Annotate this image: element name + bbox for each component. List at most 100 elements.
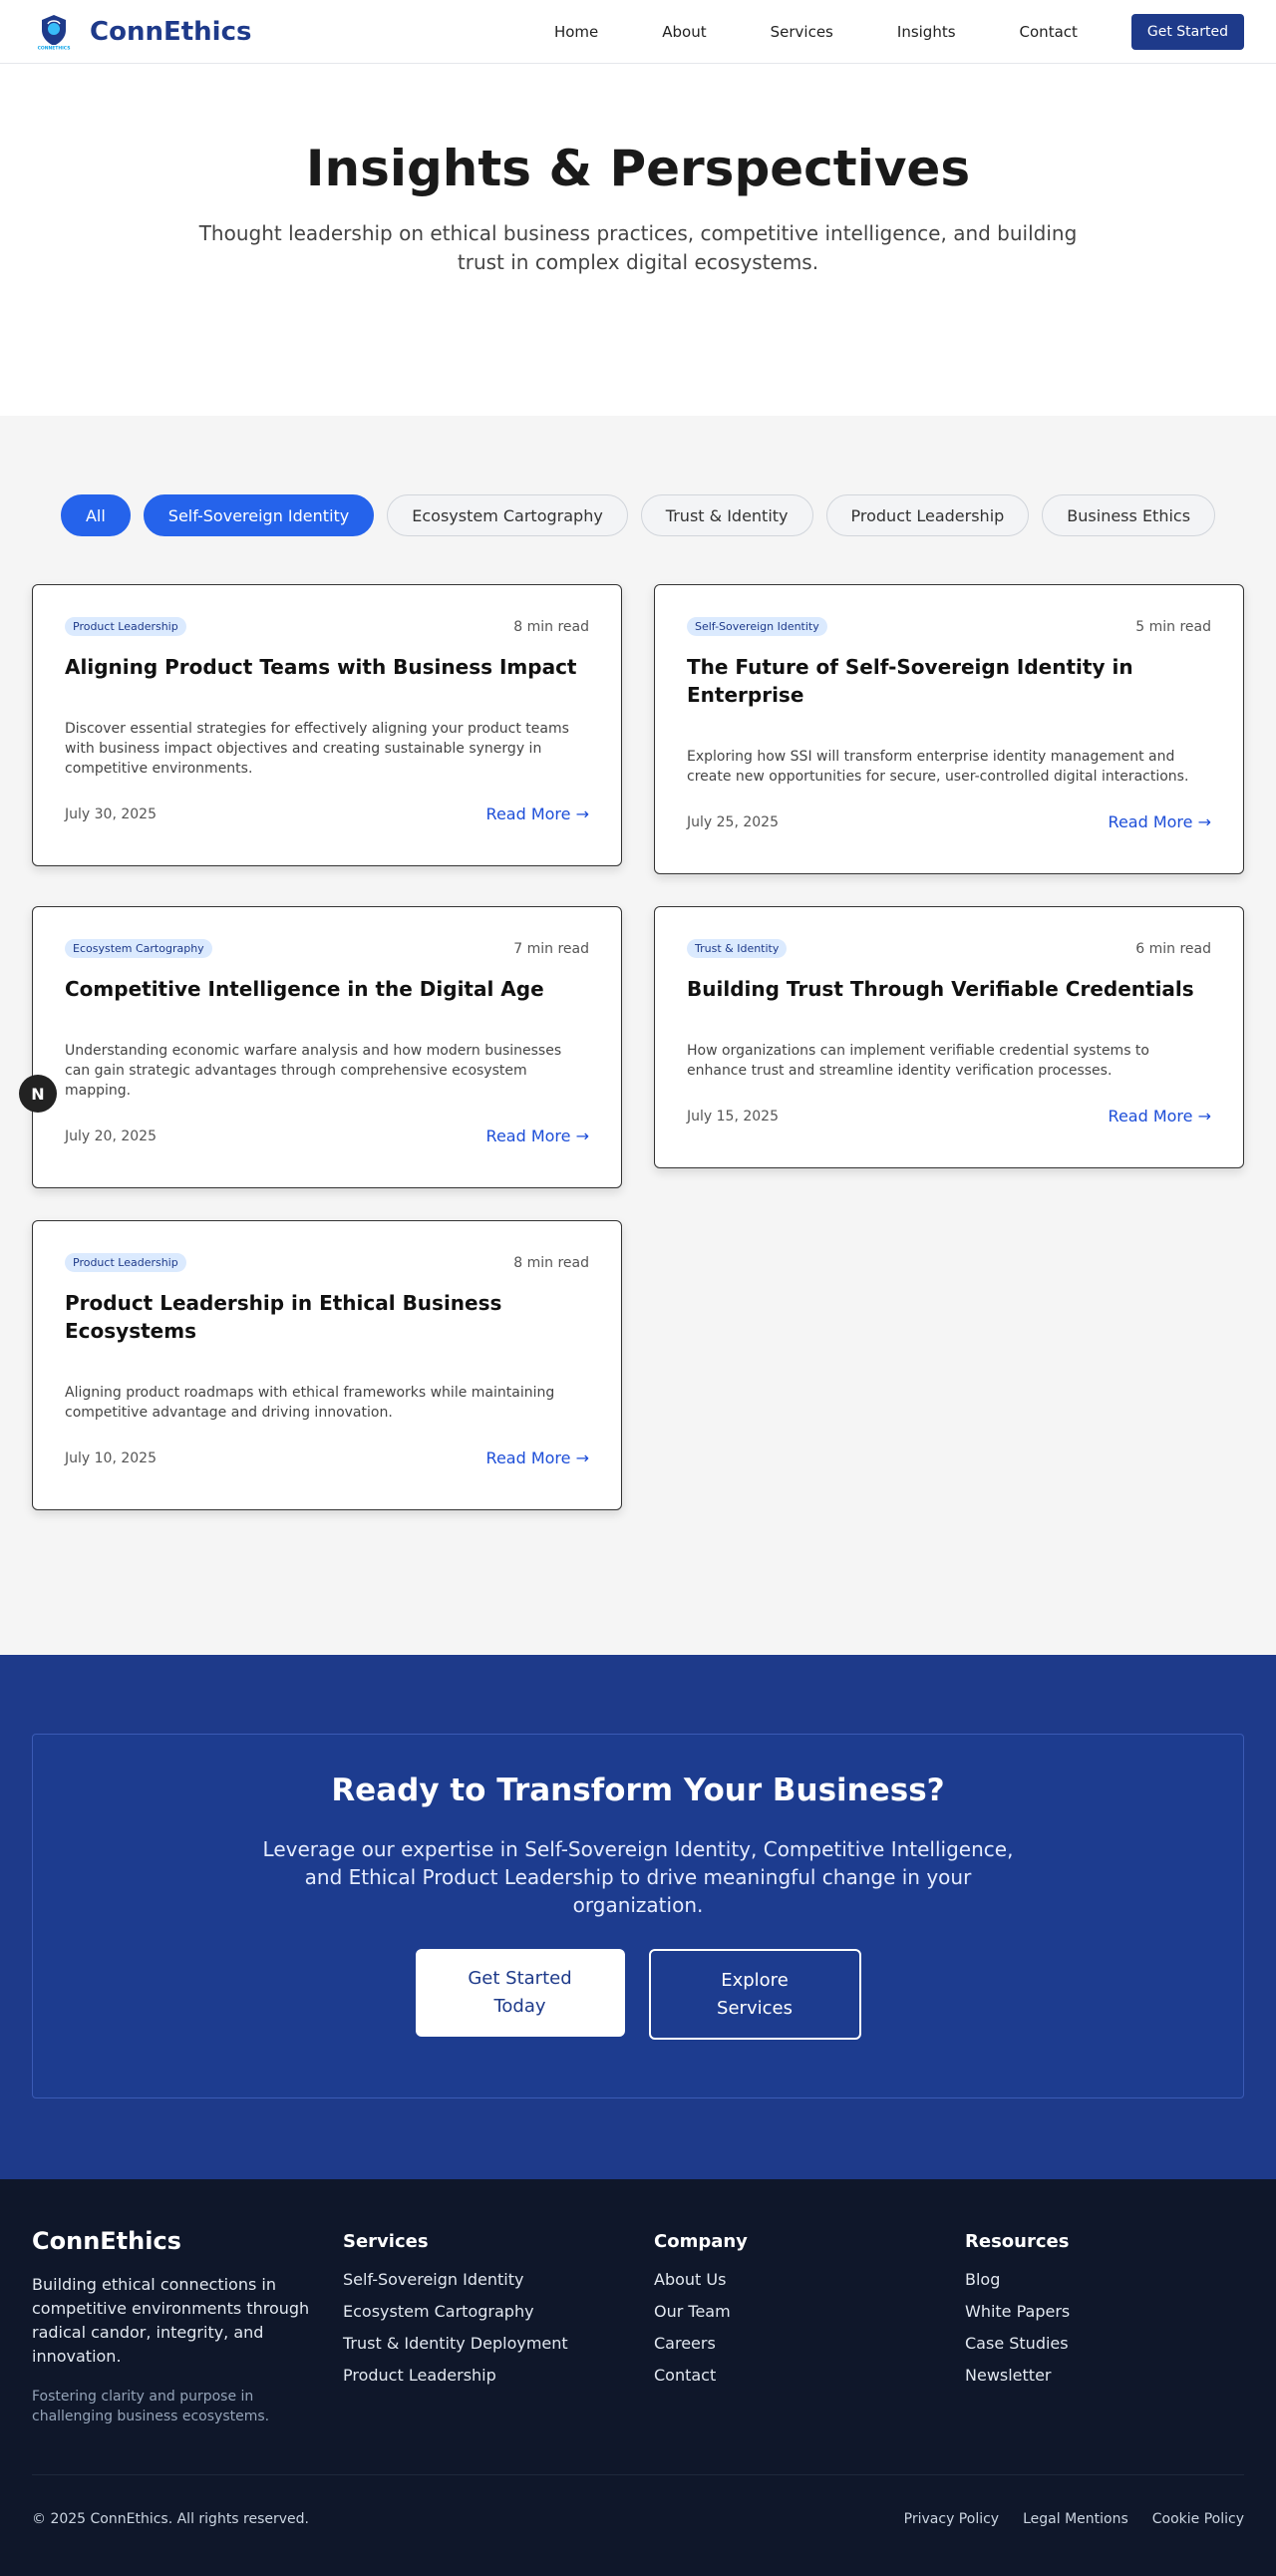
footer-link[interactable]: Ecosystem Cartography [343,2302,654,2322]
footer-bottom: © 2025 ConnEthics. All rights reserved. … [32,2474,1244,2562]
legal-links: Privacy Policy Legal Mentions Cookie Pol… [904,2511,1244,2527]
footer-link[interactable]: Product Leadership [343,2366,654,2386]
read-time: 8 min read [513,1254,589,1271]
footer-tagline: Fostering clarity and purpose in challen… [32,2389,270,2424]
card-meta: Ecosystem Cartography 7 min read [65,939,589,958]
footer-heading: Services [343,2231,429,2252]
article-card[interactable]: Ecosystem Cartography 7 min read Competi… [32,906,622,1188]
read-more-link[interactable]: Read More → [486,805,589,823]
nav-services[interactable]: Services [771,23,833,41]
hero: Insights & Perspectives Thought leadersh… [0,64,1276,416]
category-tag: Ecosystem Cartography [65,939,212,958]
privacy-policy-link[interactable]: Privacy Policy [904,2511,999,2527]
read-more-link[interactable]: Read More → [486,1127,589,1145]
footer-link[interactable]: Contact [654,2366,965,2386]
cookie-policy-link[interactable]: Cookie Policy [1152,2511,1244,2527]
article-description: Understanding economic warfare analysis … [65,1043,562,1099]
cta-text: Leverage our expertise in Self-Sovereign… [262,1837,1014,1917]
filter-ecosystem-cartography[interactable]: Ecosystem Cartography [387,494,628,536]
footer-description: Building ethical connections in competit… [32,2275,310,2366]
site-header: CONNETHICS ConnEthics Home About Service… [0,0,1276,64]
card-footer: July 25, 2025 Read More → [687,812,1211,831]
brand[interactable]: CONNETHICS ConnEthics [32,10,251,54]
cta-title: Ready to Transform Your Business? [331,1772,945,1808]
article-description: How organizations can implement verifiab… [687,1043,1149,1079]
footer-link[interactable]: Careers [654,2334,965,2354]
filter-self-sovereign-identity[interactable]: Self-Sovereign Identity [143,494,375,536]
legal-mentions-link[interactable]: Legal Mentions [1023,2511,1128,2527]
card-footer: July 15, 2025 Read More → [687,1107,1211,1126]
article-date: July 20, 2025 [65,1127,157,1144]
footer-services-column: Services Self-Sovereign Identity Ecosyst… [343,2227,654,2474]
read-more-link[interactable]: Read More → [1109,1107,1211,1126]
nav-insights[interactable]: Insights [897,23,956,41]
footer-link[interactable]: Blog [965,2270,1244,2290]
article-description: Exploring how SSI will transform enterpr… [687,749,1189,785]
category-tag: Self-Sovereign Identity [687,617,827,636]
footer-link[interactable]: White Papers [965,2302,1244,2322]
footer-link[interactable]: Case Studies [965,2334,1244,2354]
logo-text: CONNETHICS [38,45,71,51]
footer-company-column: Company About Us Our Team Careers Contac… [654,2227,965,2474]
footer-link[interactable]: Trust & Identity Deployment [343,2334,654,2354]
read-more-link[interactable]: Read More → [486,1449,589,1467]
card-footer: July 10, 2025 Read More → [65,1449,589,1467]
card-meta: Product Leadership 8 min read [65,617,589,636]
cta-section: Ready to Transform Your Business? Levera… [0,1655,1276,2179]
article-title[interactable]: The Future of Self-Sovereign Identity in… [687,653,1211,709]
article-grid: Product Leadership 8 min read Aligning P… [0,584,1276,1510]
article-title[interactable]: Competitive Intelligence in the Digital … [65,975,589,1003]
footer-brand-column: ConnEthics Building ethical connections … [32,2227,343,2474]
card-footer: July 30, 2025 Read More → [65,805,589,823]
article-date: July 10, 2025 [65,1449,157,1466]
page-title: Insights & Perspectives [305,140,971,197]
article-card[interactable]: Product Leadership 8 min read Product Le… [32,1220,622,1510]
logo-icon: CONNETHICS [32,10,76,54]
category-tag: Product Leadership [65,1253,186,1272]
footer-heading: Resources [965,2231,1070,2252]
article-description: Aligning product roadmaps with ethical f… [65,1385,555,1421]
main-nav: Home About Services Insights Contact Get… [554,13,1244,50]
category-tag: Trust & Identity [687,939,788,958]
explore-services-button[interactable]: Explore Services [648,1949,861,2040]
article-date: July 25, 2025 [687,813,779,830]
floating-n-button[interactable]: N [19,1075,57,1113]
article-title[interactable]: Building Trust Through Verifiable Creden… [687,975,1211,1003]
article-description: Discover essential strategies for effect… [65,721,569,777]
footer-link[interactable]: About Us [654,2270,965,2290]
footer-columns: ConnEthics Building ethical connections … [32,2227,1244,2474]
filter-product-leadership[interactable]: Product Leadership [825,494,1030,536]
read-time: 8 min read [513,618,589,635]
card-meta: Product Leadership 8 min read [65,1253,589,1272]
brand-name: ConnEthics [90,16,252,47]
article-card[interactable]: Product Leadership 8 min read Aligning P… [32,584,622,866]
copyright: © 2025 ConnEthics. All rights reserved. [32,2510,310,2527]
footer-link[interactable]: Self-Sovereign Identity [343,2270,654,2290]
nav-home[interactable]: Home [554,23,598,41]
site-footer: ConnEthics Building ethical connections … [0,2179,1276,2576]
footer-heading: Company [654,2231,748,2252]
filter-bar: All Self-Sovereign Identity Ecosystem Ca… [0,494,1276,536]
nav-about[interactable]: About [662,23,706,41]
get-started-today-button[interactable]: Get Started Today [415,1949,625,2037]
article-card[interactable]: Trust & Identity 6 min read Building Tru… [654,906,1244,1168]
filter-all[interactable]: All [60,494,131,536]
read-more-link[interactable]: Read More → [1109,812,1211,831]
filter-trust-identity[interactable]: Trust & Identity [640,494,813,536]
article-card[interactable]: Self-Sovereign Identity 5 min read The F… [654,584,1244,874]
filter-business-ethics[interactable]: Business Ethics [1042,494,1216,536]
footer-link[interactable]: Newsletter [965,2366,1244,2386]
read-time: 7 min read [513,940,589,957]
article-title[interactable]: Product Leadership in Ethical Business E… [65,1289,589,1345]
get-started-button[interactable]: Get Started [1130,13,1244,50]
insights-section: All Self-Sovereign Identity Ecosystem Ca… [0,416,1276,1655]
footer-link[interactable]: Our Team [654,2302,965,2322]
read-time: 5 min read [1135,618,1211,635]
article-date: July 30, 2025 [65,805,157,822]
card-meta: Self-Sovereign Identity 5 min read [687,617,1211,636]
nav-contact[interactable]: Contact [1020,23,1078,41]
footer-resources-column: Resources Blog White Papers Case Studies… [965,2227,1244,2474]
article-title[interactable]: Aligning Product Teams with Business Imp… [65,653,589,681]
cta-buttons: Get Started Today Explore Services [33,1949,1243,2040]
footer-brand: ConnEthics [32,2227,181,2255]
